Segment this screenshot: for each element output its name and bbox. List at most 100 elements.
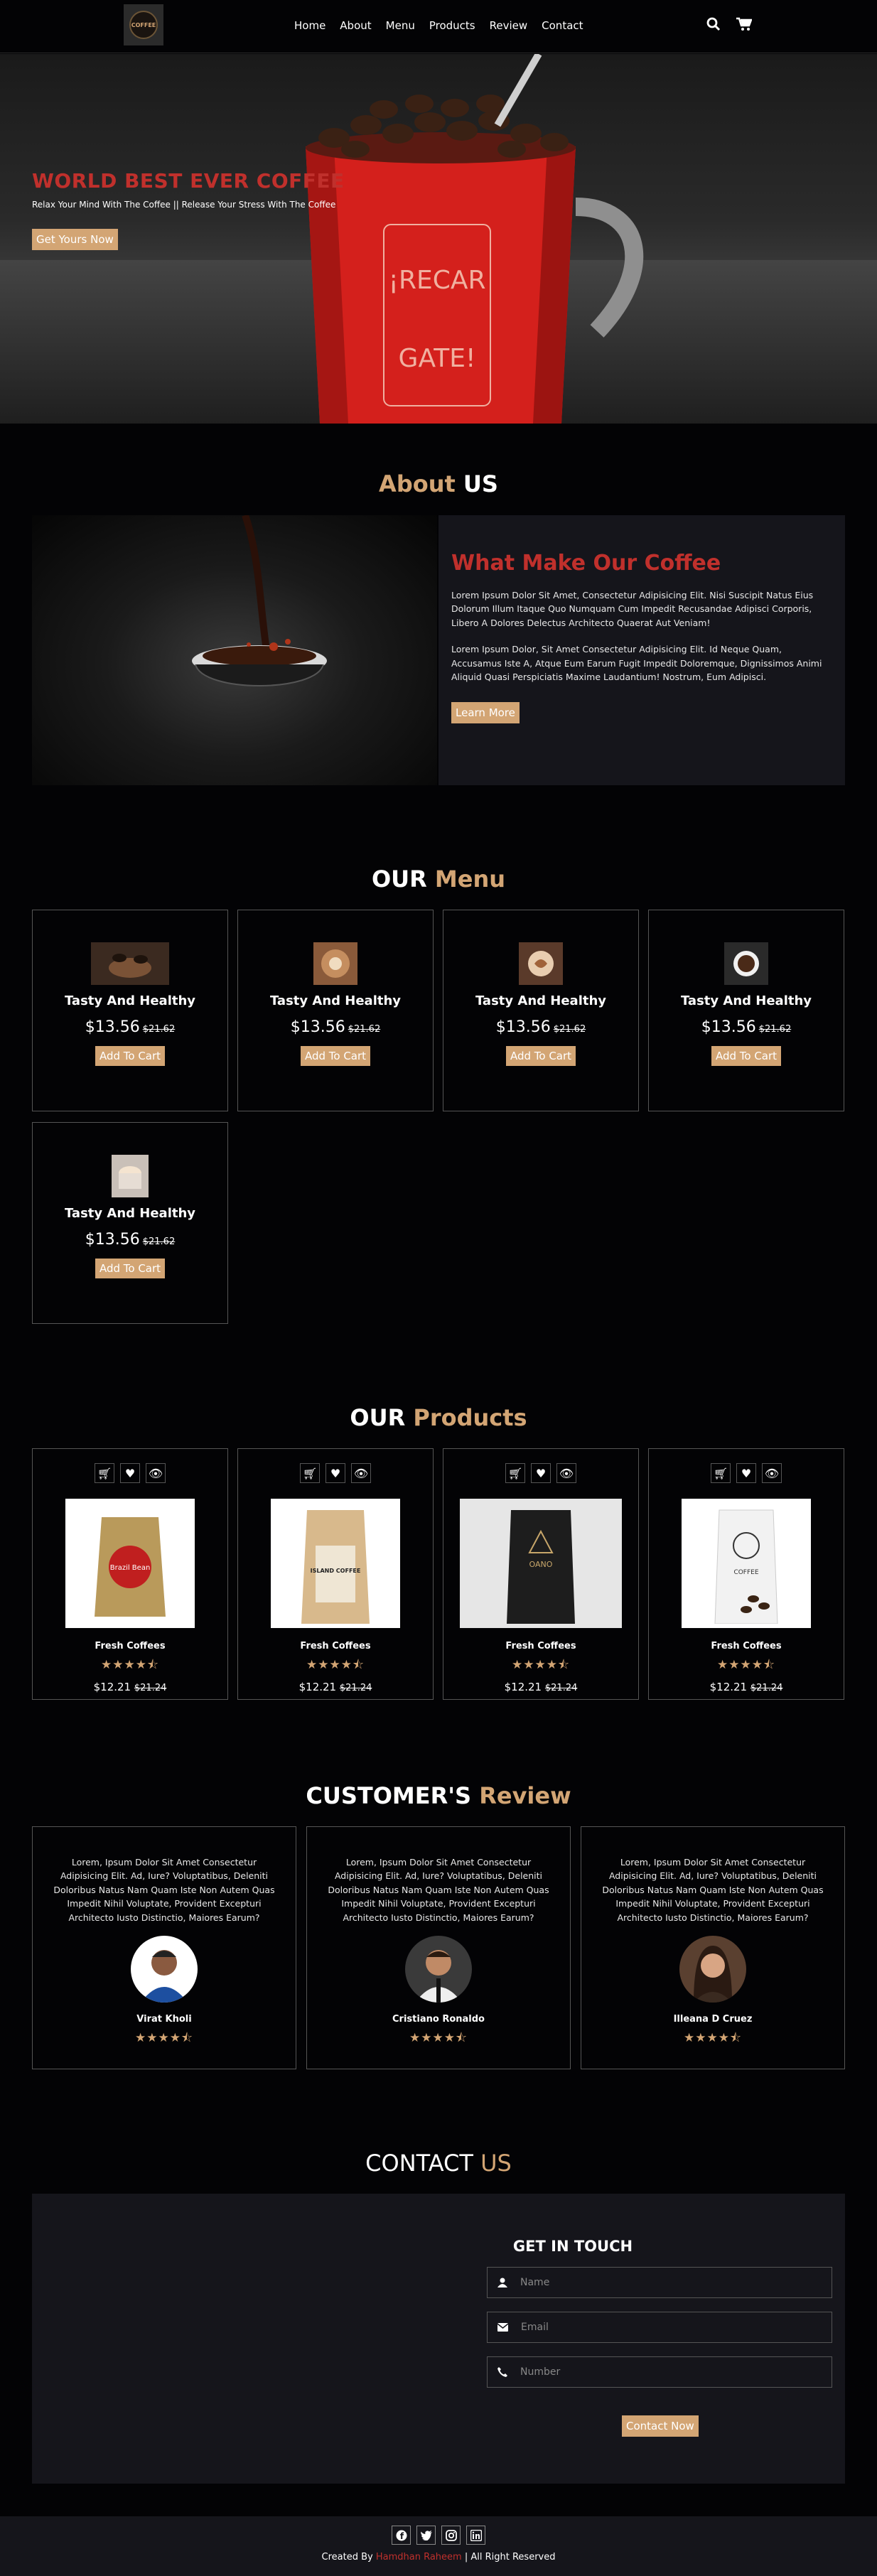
about-title: About US (0, 470, 877, 497)
menu-item-old-price: $21.62 (142, 1236, 176, 1247)
star-rating: ★★★★⯪ (409, 2030, 468, 2045)
cart-icon[interactable]: 🛒︎ (711, 1463, 731, 1483)
get-yours-now-button[interactable]: Get Yours Now (32, 229, 118, 250)
menu-item-name: Tasty And Healthy (475, 993, 607, 1008)
product-old-price: $21.24 (339, 1683, 372, 1693)
product-price: $12.21 (298, 1681, 337, 1693)
menu-item-old-price: $21.62 (348, 1024, 381, 1035)
star-rating: ★★★★⯪ (134, 2030, 194, 2045)
menu-item-price: $13.56 (290, 1018, 345, 1036)
email-input[interactable] (521, 2322, 805, 2333)
contact-box: GET IN TOUCH Contact Now (32, 2194, 845, 2484)
avatar (679, 1935, 746, 2003)
eye-icon[interactable]: 👁︎ (762, 1463, 782, 1483)
package-label: ISLAND COFFEE (311, 1568, 361, 1574)
author-link[interactable]: Hamdhan Raheem (376, 2552, 462, 2562)
footer-credit: Created By Hamdhan Raheem | All Right Re… (0, 2552, 877, 2562)
menu-item-price: $13.56 (701, 1018, 756, 1036)
add-to-cart-button[interactable]: Add To Cart (95, 1046, 166, 1066)
nav-about[interactable]: About (340, 19, 371, 32)
menu-card: Tasty And Healthy $13.56 $21.62 Add To Ca… (648, 910, 844, 1111)
svg-text:f: f (399, 2531, 404, 2541)
add-to-cart-button[interactable]: Add To Cart (95, 1259, 166, 1278)
instagram-icon[interactable] (441, 2526, 461, 2545)
menu-title-a: OUR (371, 866, 427, 893)
nav-home[interactable]: Home (294, 19, 325, 32)
learn-more-button[interactable]: Learn More (451, 702, 520, 724)
star-rating: ★★★★⯪ (683, 2030, 743, 2045)
product-image: COFFEE (682, 1499, 811, 1628)
nav-menu[interactable]: Menu (386, 19, 415, 32)
logo[interactable]: COFFEE (124, 4, 163, 45)
avatar (405, 1935, 472, 2003)
menu-title-b: Menu (434, 866, 506, 893)
latte-cup-thumb (112, 1155, 149, 1197)
product-old-price: $21.24 (544, 1683, 578, 1693)
reviewer-name: Virat Kholi (136, 2013, 192, 2025)
product-old-price: $21.24 (134, 1683, 167, 1693)
contact-now-button[interactable]: Contact Now (622, 2415, 699, 2437)
search-icon[interactable] (706, 17, 721, 31)
menu-card: Tasty And Healthy $13.56 $21.62 Add To Ca… (32, 910, 228, 1111)
star-rating: ★★★★⯪ (511, 1658, 571, 1672)
linkedin-icon[interactable] (466, 2526, 485, 2545)
heart-icon[interactable]: ♥ (325, 1463, 345, 1483)
add-to-cart-button[interactable]: Add To Cart (711, 1046, 782, 1066)
nav-products[interactable]: Products (429, 19, 475, 32)
about-coffee-pour-image (32, 514, 437, 785)
menu-item-old-price: $21.62 (142, 1024, 176, 1035)
heart-icon[interactable]: ♥ (120, 1463, 140, 1483)
products-title-b: Products (413, 1404, 527, 1431)
cart-icon[interactable] (736, 17, 752, 31)
espresso-thumb (724, 942, 768, 985)
latte-art-thumb (313, 942, 357, 985)
product-old-price: $21.24 (750, 1683, 783, 1693)
name-input[interactable] (520, 2277, 805, 2288)
hero-title: WORLD BEST EVER COFFEE (32, 169, 345, 193)
eye-icon[interactable]: 👁︎ (351, 1463, 371, 1483)
logo-badge: COFFEE (129, 11, 158, 39)
eye-icon[interactable]: 👁︎ (146, 1463, 166, 1483)
product-price: $12.21 (709, 1681, 748, 1693)
cart-icon[interactable]: 🛒︎ (95, 1463, 114, 1483)
product-price: $12.21 (93, 1681, 131, 1693)
heart-icon[interactable]: ♥ (736, 1463, 756, 1483)
nav-review[interactable]: Review (490, 19, 528, 32)
product-image: Brazil Bean (65, 1499, 195, 1628)
add-to-cart-button[interactable]: Add To Cart (300, 1046, 371, 1066)
site-footer: f Created By Hamdhan Raheem | All Right … (0, 2516, 877, 2576)
svg-text:GATE!: GATE! (399, 344, 476, 373)
menu-item-old-price: $21.62 (758, 1024, 792, 1035)
review-text: Lorem, Ipsum Dolor Sit Amet Consectetur … (602, 1857, 824, 1923)
star-rating: ★★★★⯪ (100, 1658, 160, 1672)
review-card: Lorem, Ipsum Dolor Sit Amet Consectetur … (32, 1826, 296, 2069)
menu-item-name: Tasty And Healthy (64, 1206, 196, 1221)
eye-icon[interactable]: 👁︎ (556, 1463, 576, 1483)
review-text: Lorem, Ipsum Dolor Sit Amet Consectetur … (328, 1857, 549, 1923)
heart-icon[interactable]: ♥ (531, 1463, 551, 1483)
about-title-a: About (379, 470, 456, 497)
product-card: 🛒︎ ♥ 👁︎ Brazil Bean Fresh Coffees ★★★★⯪ … (32, 1448, 228, 1700)
contact-title-a: CONTACT (365, 2150, 473, 2177)
star-rating: ★★★★⯪ (716, 1658, 776, 1672)
menu-item-old-price: $21.62 (553, 1024, 586, 1035)
facebook-icon[interactable]: f (392, 2526, 411, 2545)
product-card: 🛒︎ ♥ 👁︎ COFFEE Fresh Coffees ★★★★⯪ $12.2… (648, 1448, 844, 1700)
cart-icon[interactable]: 🛒︎ (300, 1463, 320, 1483)
header-icons (706, 17, 752, 31)
review-text: Lorem, Ipsum Dolor Sit Amet Consectetur … (53, 1857, 275, 1923)
review-title: CUSTOMER'S Review (0, 1782, 877, 1809)
about-paragraph-1: Lorem Ipsum Dolor Sit Amet, Consectetur … (451, 590, 814, 628)
review-card: Lorem, Ipsum Dolor Sit Amet Consectetur … (581, 1826, 845, 2069)
email-field (487, 2312, 832, 2343)
cappuccino-thumb (519, 942, 563, 985)
twitter-icon[interactable] (416, 2526, 436, 2545)
number-input[interactable] (520, 2366, 805, 2378)
reviewer-name: Cristiano Ronaldo (392, 2013, 485, 2025)
product-image: OANO (460, 1499, 622, 1628)
menu-card: Tasty And Healthy $13.56 $21.62 Add To Ca… (237, 910, 434, 1111)
add-to-cart-button[interactable]: Add To Cart (505, 1046, 576, 1066)
nav-contact[interactable]: Contact (542, 19, 583, 32)
cart-icon[interactable]: 🛒︎ (505, 1463, 525, 1483)
package-label: COFFEE (733, 1569, 758, 1576)
